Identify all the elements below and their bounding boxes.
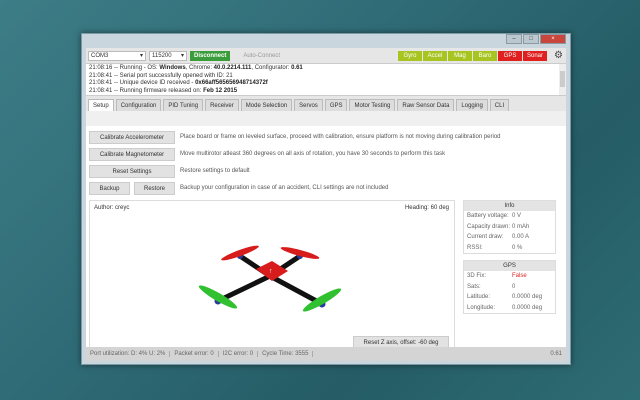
log-text: 21:08:41 -- Unique device ID received -	[89, 80, 196, 86]
tab-mode-selection[interactable]: Mode Selection	[240, 99, 293, 111]
gps-panel: GPS 3D Fix: False Sats: 0 Latitude: 0.0000 de…	[463, 260, 556, 314]
app-window: – □ × COM3 ▾ 115200 ▾ Disconnect Auto-Conn…	[81, 33, 571, 365]
gps-label: 3D Fix:	[467, 273, 487, 279]
status-bar: Port utilization: D: 4% U: 2% Packet err…	[86, 347, 566, 361]
sensor-gyro: Gyro	[398, 50, 422, 61]
log-text: 40.0.2214.111	[213, 65, 252, 71]
tab-pid-tuning[interactable]: PID Tuning	[163, 99, 204, 111]
gps-value: 0.0000 deg	[512, 294, 543, 300]
log-text: 0.61	[291, 65, 303, 71]
chevron-down-icon: ▾	[180, 52, 184, 59]
tab-bar: Setup Configuration PID Tuning Receiver Mode…	[86, 96, 566, 111]
calibrate-accelerometer-button[interactable]: Calibrate Accelerometer	[89, 130, 175, 144]
auto-connect-toggle[interactable]: Auto-Connect	[243, 53, 280, 59]
calibrate-magnetometer-button[interactable]: Calibrate Magnetometer	[89, 147, 175, 161]
chevron-down-icon: ▾	[139, 52, 143, 59]
port-utilization: Port utilization: D: 4% U: 2%	[86, 351, 171, 357]
tab-logging[interactable]: Logging	[456, 99, 488, 111]
backup-button[interactable]: Backup	[89, 181, 130, 195]
calibrate-mag-desc: Move multirotor atleast 360 degrees on a…	[180, 151, 446, 157]
gps-value: False	[512, 273, 527, 279]
gps-row: Longitude: 0.0000 deg	[464, 303, 555, 314]
info-label: Capacity drawn:	[467, 223, 511, 230]
info-value: 0 mAh	[512, 223, 530, 230]
log-text: , Chrome:	[185, 65, 214, 71]
log-text: 21:08:41 -- Running firmware released on…	[89, 87, 204, 94]
baud-select[interactable]: 115200 ▾	[149, 50, 187, 61]
info-label: Current draw:	[467, 234, 504, 240]
info-value: 0 %	[512, 244, 523, 251]
reset-desc: Restore settings to default	[180, 168, 250, 174]
reset-settings-button[interactable]: Reset Settings	[89, 164, 175, 178]
log-text: Windows	[159, 65, 186, 71]
gps-value: 0.0000 deg	[512, 304, 543, 311]
tab-gps[interactable]: GPS	[324, 99, 348, 111]
log-text: 21:08:16 -- Running - OS:	[89, 65, 160, 71]
packet-error: Packet error: 0	[170, 351, 219, 357]
sensor-gps: GPS	[498, 50, 522, 61]
calibrate-acc-desc: Place board or frame on leveled surface,…	[180, 134, 501, 140]
i2c-error: I2C error: 0	[219, 351, 259, 357]
backup-desc: Backup your configuration in case of an …	[180, 185, 389, 191]
sensor-mag: Mag	[448, 50, 472, 61]
log-scrollbar[interactable]	[559, 64, 566, 95]
sensor-baro: Baro	[473, 50, 497, 61]
log-console: 21:08:16 -- Running - OS: Windows, Chrom…	[86, 63, 566, 96]
sensor-sonar: Sonar	[523, 50, 547, 61]
sensor-status: Gyro Accel Mag Baro GPS Sonar	[398, 50, 547, 61]
info-value: 0 V	[512, 213, 522, 219]
quadcopter-model: ↑	[198, 245, 342, 312]
gps-row: Sats: 0	[464, 282, 555, 293]
info-row: RSSI: 0 %	[464, 243, 555, 254]
log-line: 21:08:16 -- Running - OS: Windows, Chrom…	[89, 65, 563, 73]
gps-value: 0	[512, 283, 516, 290]
log-text: 0x66aff565656948714372f	[195, 80, 268, 86]
log-text: Feb 12 2015	[203, 87, 238, 94]
log-line: 21:08:41 -- Running firmware released on…	[89, 88, 563, 96]
info-row: Current draw: 0.00 A	[464, 232, 555, 243]
window-controls: – □ ×	[506, 34, 566, 44]
tab-raw-sensor-data[interactable]: Raw Sensor Data	[397, 99, 455, 111]
port-value: COM3	[91, 52, 109, 59]
baud-value: 115200	[152, 52, 172, 59]
tab-configuration[interactable]: Configuration	[115, 99, 162, 111]
gps-label: Sats:	[467, 283, 481, 290]
tab-cli[interactable]: CLI	[489, 99, 510, 111]
log-line: 21:08:41 -- Serial port successfully ope…	[89, 73, 563, 81]
gps-row: 3D Fix: False	[464, 271, 555, 282]
version: 0.61	[550, 351, 562, 357]
tab-receiver[interactable]: Receiver	[205, 99, 239, 111]
toolbar: COM3 ▾ 115200 ▾ Disconnect Auto-Connect Gy…	[86, 48, 566, 63]
log-text: , Configurator:	[251, 65, 292, 71]
info-title: Info	[464, 201, 555, 211]
tab-setup[interactable]: Setup	[88, 99, 114, 111]
tab-servos[interactable]: Servos	[294, 99, 323, 111]
cycle-time: Cycle Time: 3555	[258, 351, 314, 357]
minimize-button[interactable]: –	[506, 34, 522, 44]
info-panel: Info Battery voltage: 0 V Capacity drawn: 0…	[463, 200, 556, 254]
log-line: 21:08:41 -- Unique device ID received - …	[89, 80, 563, 88]
info-label: Battery voltage:	[467, 213, 509, 219]
maximize-button[interactable]: □	[523, 34, 539, 44]
setup-content: Calibrate Accelerometer Place board or fr…	[86, 126, 566, 354]
info-row: Battery voltage: 0 V	[464, 211, 555, 222]
svg-text:↑: ↑	[269, 268, 273, 275]
gear-icon[interactable]: ⚙	[554, 50, 564, 61]
close-button[interactable]: ×	[540, 34, 566, 44]
restore-button[interactable]: Restore	[134, 181, 175, 195]
info-value: 0.00 A	[512, 234, 530, 240]
gps-label: Longitude:	[467, 304, 496, 311]
gps-title: GPS	[464, 261, 555, 271]
disconnect-button[interactable]: Disconnect	[190, 50, 231, 61]
gps-row: Latitude: 0.0000 deg	[464, 292, 555, 303]
gps-label: Latitude:	[467, 294, 491, 300]
info-label: RSSI:	[467, 244, 483, 251]
sensor-accel: Accel	[423, 50, 447, 61]
log-text: 21:08:41 -- Serial port successfully ope…	[89, 72, 233, 79]
tab-motor-testing[interactable]: Motor Testing	[349, 99, 396, 111]
info-row: Capacity drawn: 0 mAh	[464, 222, 555, 233]
model-view: Author: creyc Heading: 60 deg ↑ Reset Z …	[89, 200, 455, 354]
port-select[interactable]: COM3 ▾	[88, 50, 146, 61]
